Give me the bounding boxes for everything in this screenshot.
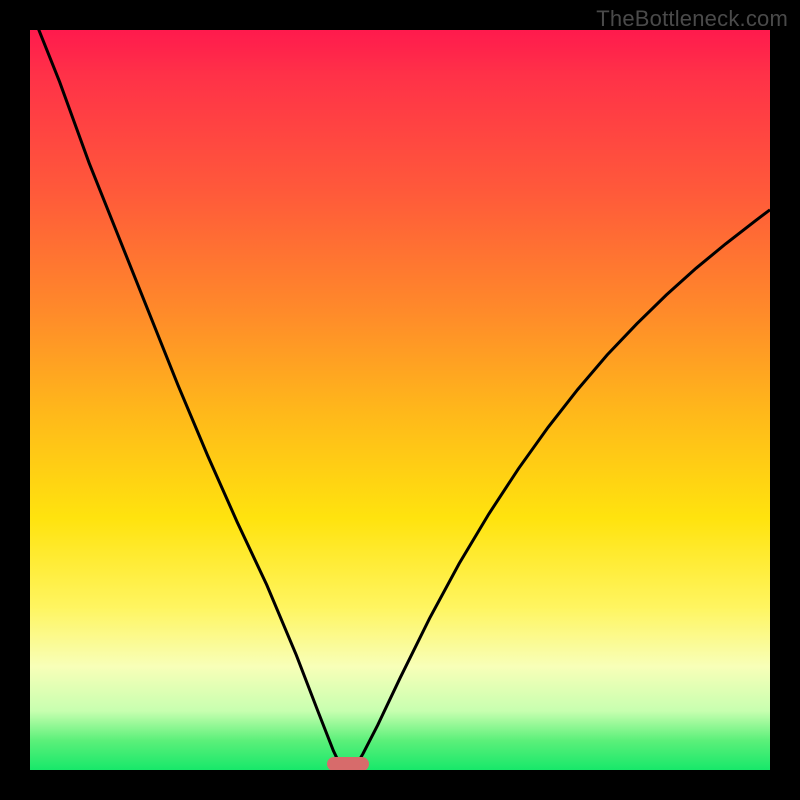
bottleneck-curve [30,30,770,770]
plot-area [30,30,770,770]
curve-left-branch [30,30,341,766]
chart-frame: TheBottleneck.com [0,0,800,800]
bottleneck-marker [327,757,369,770]
curve-right-branch [356,210,770,767]
watermark-text: TheBottleneck.com [596,6,788,32]
